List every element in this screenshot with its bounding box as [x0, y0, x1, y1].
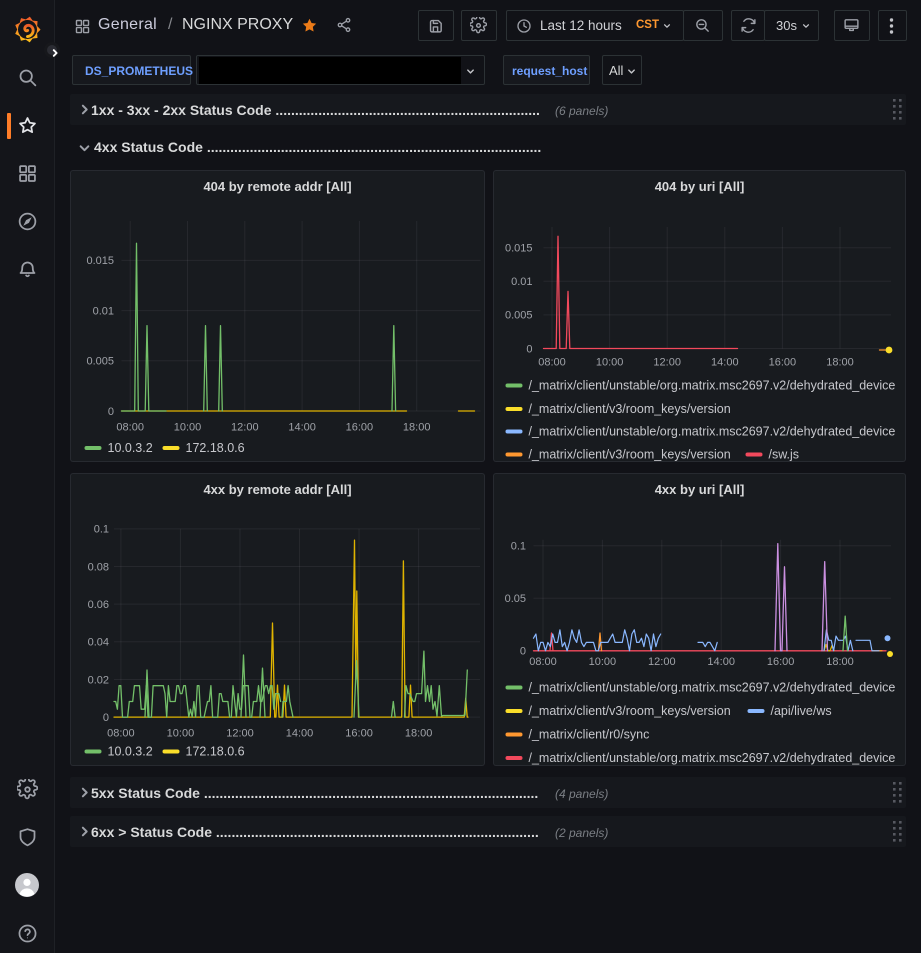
- svg-text:14:00: 14:00: [707, 656, 735, 668]
- svg-text:/_matrix/client/v3/room_keys/v: /_matrix/client/v3/room_keys/version: [529, 704, 731, 718]
- svg-text:08:00: 08:00: [107, 728, 135, 740]
- svg-text:10.0.3.2: 10.0.3.2: [108, 441, 153, 455]
- svg-text:172.18.0.6: 172.18.0.6: [186, 441, 245, 455]
- svg-text:10:00: 10:00: [596, 357, 624, 369]
- svg-text:/sw.js: /sw.js: [769, 448, 800, 462]
- svg-text:0.005: 0.005: [86, 356, 114, 368]
- svg-text:08:00: 08:00: [529, 656, 557, 668]
- svg-text:16:00: 16:00: [346, 422, 374, 434]
- svg-text:/_matrix/client/r0/sync: /_matrix/client/r0/sync: [529, 728, 650, 742]
- svg-text:0.1: 0.1: [94, 524, 109, 536]
- svg-text:14:00: 14:00: [286, 728, 314, 740]
- svg-text:10:00: 10:00: [167, 728, 195, 740]
- svg-text:/api/live/ws: /api/live/ws: [771, 704, 832, 718]
- svg-text:/_matrix/client/unstable/org.m: /_matrix/client/unstable/org.matrix.msc2…: [529, 379, 896, 393]
- svg-text:14:00: 14:00: [711, 357, 739, 369]
- svg-text:16:00: 16:00: [769, 357, 797, 369]
- svg-text:/_matrix/client/unstable/org.m: /_matrix/client/unstable/org.matrix.msc2…: [529, 751, 896, 765]
- svg-text:0: 0: [526, 343, 532, 355]
- svg-text:10.0.3.2: 10.0.3.2: [108, 745, 153, 759]
- svg-text:0.04: 0.04: [88, 637, 109, 649]
- svg-text:16:00: 16:00: [767, 656, 795, 668]
- svg-text:0.05: 0.05: [505, 593, 526, 605]
- svg-text:18:00: 18:00: [826, 357, 854, 369]
- svg-text:12:00: 12:00: [231, 422, 259, 434]
- svg-text:10:00: 10:00: [589, 656, 617, 668]
- svg-text:12:00: 12:00: [648, 656, 676, 668]
- svg-text:/_matrix/client/v3/room_keys/v: /_matrix/client/v3/room_keys/version: [529, 402, 731, 416]
- svg-text:0: 0: [103, 712, 109, 724]
- svg-text:/_matrix/client/v3/room_keys/v: /_matrix/client/v3/room_keys/version: [529, 448, 731, 462]
- svg-text:14:00: 14:00: [288, 422, 316, 434]
- svg-text:/_matrix/client/unstable/org.m: /_matrix/client/unstable/org.matrix.msc2…: [529, 425, 896, 439]
- svg-text:0.01: 0.01: [93, 305, 114, 317]
- svg-text:0.02: 0.02: [88, 674, 109, 686]
- svg-text:172.18.0.6: 172.18.0.6: [186, 745, 245, 759]
- svg-text:18:00: 18:00: [403, 422, 431, 434]
- svg-text:08:00: 08:00: [538, 357, 566, 369]
- svg-text:0.08: 0.08: [88, 561, 109, 573]
- svg-text:08:00: 08:00: [116, 422, 144, 434]
- svg-text:12:00: 12:00: [653, 357, 681, 369]
- svg-text:18:00: 18:00: [405, 728, 433, 740]
- svg-text:0.015: 0.015: [86, 255, 114, 267]
- svg-text:0.1: 0.1: [511, 541, 526, 553]
- svg-text:18:00: 18:00: [826, 656, 854, 668]
- svg-text:16:00: 16:00: [345, 728, 373, 740]
- svg-text:0.005: 0.005: [505, 310, 533, 322]
- svg-text:0.01: 0.01: [511, 276, 532, 288]
- svg-text:0.06: 0.06: [88, 599, 109, 611]
- svg-text:0: 0: [108, 406, 114, 418]
- svg-text:12:00: 12:00: [226, 728, 254, 740]
- svg-text:10:00: 10:00: [174, 422, 202, 434]
- svg-text:0: 0: [520, 646, 526, 658]
- svg-text:0.015: 0.015: [505, 243, 533, 255]
- svg-text:/_matrix/client/unstable/org.m: /_matrix/client/unstable/org.matrix.msc2…: [529, 681, 896, 695]
